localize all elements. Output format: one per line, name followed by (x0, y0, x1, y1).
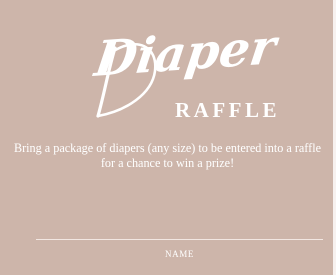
script-title: Diaper (91, 18, 280, 89)
raffle-description: Bring a package of diapers (any size) to… (13, 141, 322, 170)
raffle-card: Diaper RAFFLE Bring a package of diapers… (0, 0, 333, 275)
raffle-subtitle: RAFFLE (175, 98, 280, 122)
name-entry-line (36, 239, 323, 240)
name-label: NAME (165, 249, 194, 259)
